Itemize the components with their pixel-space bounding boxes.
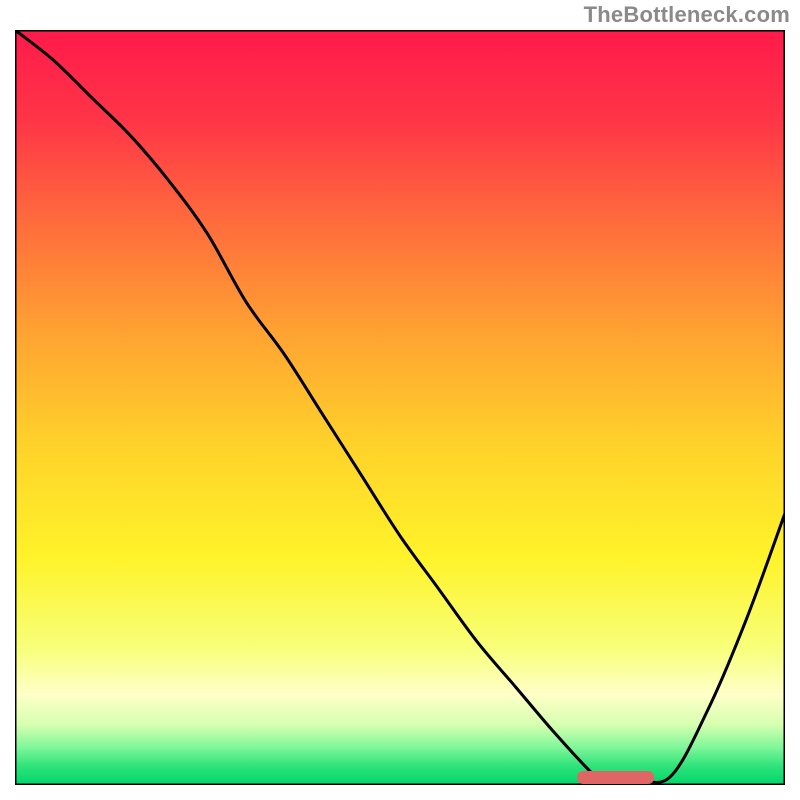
chart-svg: [15, 30, 785, 785]
optimal-range-marker: [577, 771, 654, 784]
chart-plot-area: [15, 30, 785, 785]
gradient-background: [15, 30, 785, 785]
chart-canvas: TheBottleneck.com: [0, 0, 800, 800]
watermark-text: TheBottleneck.com: [584, 2, 790, 28]
